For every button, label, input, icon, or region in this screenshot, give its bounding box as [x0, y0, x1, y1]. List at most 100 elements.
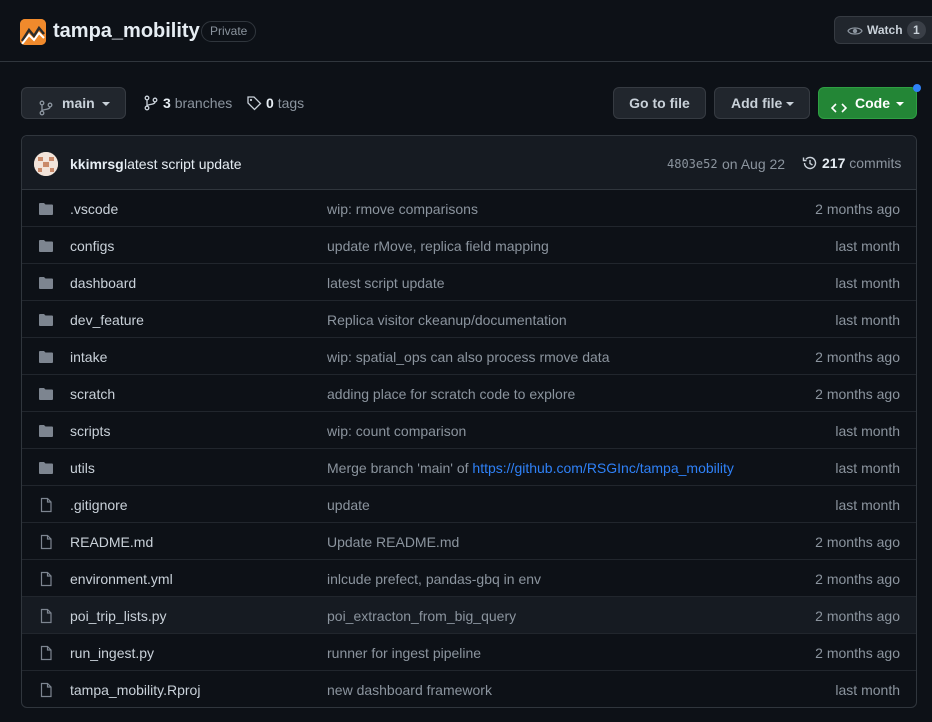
folder-icon: [38, 460, 54, 479]
latest-commit-bar: kkimrsg latest script update 4803e52 on …: [22, 136, 916, 190]
commit-age: 2 months ago: [815, 608, 900, 624]
commit-message-text: wip: count comparison: [327, 423, 467, 439]
table-row[interactable]: tampa_mobility.Rproj new dashboard framew…: [22, 671, 916, 707]
table-row[interactable]: README.md Update README.md 2 months ago: [22, 523, 916, 560]
branch-name: main: [62, 95, 95, 111]
file-name-link[interactable]: configs: [70, 238, 114, 254]
commit-message-link[interactable]: inlcude prefect, pandas-gbq in env: [327, 571, 541, 587]
commit-age: 2 months ago: [815, 534, 900, 550]
commit-age: 2 months ago: [815, 349, 900, 365]
tags-link[interactable]: 0 tags: [246, 95, 304, 114]
commits-label: commits: [849, 155, 902, 171]
file-name-link[interactable]: intake: [70, 349, 107, 365]
table-row[interactable]: scripts wip: count comparison last month: [22, 412, 916, 449]
table-row[interactable]: scratch adding place for scratch code to …: [22, 375, 916, 412]
git-branch-icon: [38, 96, 54, 126]
table-row[interactable]: environment.yml inlcude prefect, pandas-g…: [22, 560, 916, 597]
commit-message-link[interactable]: adding place for scratch code to explore: [327, 386, 575, 402]
add-file-label: Add file: [731, 95, 783, 111]
commit-message-link[interactable]: update rMove, replica field mapping: [327, 238, 549, 254]
commit-hash[interactable]: 4803e52: [667, 157, 718, 171]
watch-button[interactable]: Watch 1: [834, 16, 932, 44]
code-button[interactable]: Code: [818, 87, 917, 119]
folder-icon: [38, 349, 54, 368]
commit-message-link[interactable]: wip: count comparison: [327, 423, 466, 439]
branches-link[interactable]: 3 branches: [143, 95, 232, 114]
repo-header: tampa_mobility Private Watch 1: [0, 0, 932, 62]
add-file-button[interactable]: Add file: [714, 87, 810, 119]
file-name-link[interactable]: utils: [70, 460, 95, 476]
file-name-link[interactable]: .gitignore: [70, 497, 128, 513]
file-name-link[interactable]: dev_feature: [70, 312, 144, 328]
commit-message-link[interactable]: Replica visitor ckeanup/documentation: [327, 312, 567, 328]
file-name-link[interactable]: .vscode: [70, 201, 118, 217]
commit-message-text: latest script update: [327, 275, 445, 291]
commit-age: last month: [835, 312, 900, 328]
table-row[interactable]: .vscode wip: rmove comparisons 2 months ag…: [22, 190, 916, 227]
table-row[interactable]: utils Merge branch 'main' of https://gith…: [22, 449, 916, 486]
commit-message-text: adding place for scratch code to explore: [327, 386, 576, 402]
commit-message-link[interactable]: poi_extracton_from_big_query: [327, 608, 516, 624]
table-row[interactable]: dashboard latest script update last month: [22, 264, 916, 301]
table-row[interactable]: configs update rMove, replica field mappi…: [22, 227, 916, 264]
go-to-file-button[interactable]: Go to file: [613, 87, 706, 119]
folder-icon: [38, 423, 54, 442]
commits-history-link[interactable]: 217 commits: [802, 155, 901, 174]
commit-age: last month: [835, 275, 900, 291]
commit-message-text: wip: rmove comparisons: [327, 201, 478, 217]
file-name-link[interactable]: poi_trip_lists.py: [70, 608, 167, 624]
commit-url-link[interactable]: https://github.com/RSGInc/tampa_mobility: [472, 460, 733, 476]
table-row[interactable]: poi_trip_lists.py poi_extracton_from_big_…: [22, 597, 916, 634]
table-row[interactable]: intake wip: spatial_ops can also process …: [22, 338, 916, 375]
folder-icon: [38, 386, 54, 405]
git-branch-icon: [143, 95, 159, 114]
commit-age: 2 months ago: [815, 201, 900, 217]
repo-logo-icon[interactable]: [20, 19, 46, 45]
code-icon: [830, 96, 848, 126]
watch-label: Watch: [867, 23, 903, 37]
file-name-link[interactable]: environment.yml: [70, 571, 173, 587]
branches-count: 3: [163, 95, 171, 111]
table-row[interactable]: dev_feature Replica visitor ckeanup/docum…: [22, 301, 916, 338]
table-row[interactable]: run_ingest.py runner for ingest pipeline 2…: [22, 634, 916, 671]
commit-message-text: runner for ingest pipeline: [327, 645, 482, 661]
notification-dot: [913, 84, 921, 92]
avatar[interactable]: [34, 152, 58, 176]
file-name-link[interactable]: dashboard: [70, 275, 136, 291]
tags-label: tags: [277, 95, 305, 111]
commit-message-text: Replica visitor ckeanup/documentation: [327, 312, 567, 328]
commit-author[interactable]: kkimrsg: [70, 156, 124, 172]
commit-message[interactable]: latest script update: [124, 156, 242, 172]
commits-count: 217: [822, 155, 846, 171]
file-name-link[interactable]: scripts: [70, 423, 110, 439]
branch-select-button[interactable]: main: [21, 87, 126, 119]
file-name-link[interactable]: README.md: [70, 534, 153, 550]
commit-message-link[interactable]: wip: rmove comparisons: [327, 201, 478, 217]
file-name-link[interactable]: tampa_mobility.Rproj: [70, 682, 200, 698]
repo-name-link[interactable]: tampa_mobility: [53, 20, 200, 43]
commit-message-link[interactable]: Merge branch 'main' of https://github.co…: [327, 460, 734, 476]
commit-message-text: wip: spatial_ops can also process rmove …: [327, 349, 610, 365]
folder-icon: [38, 238, 54, 257]
commit-message-link[interactable]: update: [327, 497, 370, 513]
file-icon: [38, 608, 54, 627]
table-row[interactable]: .gitignore update last month: [22, 486, 916, 523]
commit-message-text: Merge branch 'main' of: [327, 460, 473, 476]
commit-age: last month: [835, 423, 900, 439]
file-name-link[interactable]: scratch: [70, 386, 115, 402]
commit-date: on Aug 22: [722, 156, 786, 172]
commit-message-text: new dashboard framework: [327, 682, 492, 698]
commit-message-link[interactable]: new dashboard framework: [327, 682, 492, 698]
file-list: .vscode wip: rmove comparisons 2 months ag…: [22, 190, 916, 707]
commit-age: last month: [835, 460, 900, 476]
commit-message-text: poi_extracton_from_big_query: [327, 608, 517, 624]
commit-message-link[interactable]: latest script update: [327, 275, 445, 291]
commit-message-link[interactable]: runner for ingest pipeline: [327, 645, 481, 661]
commit-age: last month: [835, 497, 900, 513]
commit-message-link[interactable]: wip: spatial_ops can also process rmove …: [327, 349, 609, 365]
commit-age: last month: [835, 238, 900, 254]
commit-message-link[interactable]: Update README.md: [327, 534, 459, 550]
visibility-badge: Private: [201, 21, 257, 42]
tag-icon: [246, 95, 262, 114]
file-name-link[interactable]: run_ingest.py: [70, 645, 154, 661]
